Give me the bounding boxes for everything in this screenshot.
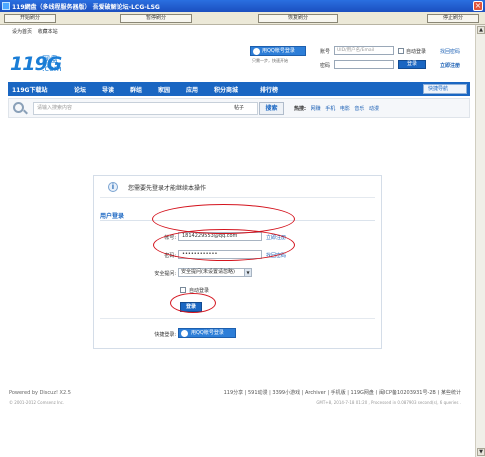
search-icon: [13, 102, 24, 113]
hot-keyword[interactable]: 电影: [340, 106, 350, 112]
bookmark-link[interactable]: 收藏本站: [38, 29, 58, 35]
stop-button[interactable]: 停止刷分: [427, 14, 479, 23]
nav-item-home[interactable]: 家园: [158, 85, 170, 94]
header-find-password-link[interactable]: 找回密码: [440, 48, 460, 55]
nav-item-apps[interactable]: 应用: [186, 85, 198, 94]
hot-keyword[interactable]: 手机: [325, 106, 335, 112]
header-register-link[interactable]: 立即注册: [440, 62, 460, 69]
close-icon[interactable]: ×: [473, 1, 483, 11]
quick-login-label: 快捷登录:: [154, 332, 176, 338]
hot-label: 热搜:: [294, 106, 306, 112]
scroll-down-icon[interactable]: ▼: [477, 448, 485, 456]
footer-links[interactable]: 119分享 | 591动漫 | 3399小游戏 | Archiver | 手机版…: [224, 389, 461, 396]
header-login-button[interactable]: 登录: [398, 60, 426, 69]
qq-hint: 只需一步，快速开始: [252, 58, 288, 63]
login-notice: i 您需要先登录才能继续本操作: [100, 180, 375, 198]
main-nav: 119G下载站 论坛 导读 群组 家园 应用 积分商城 排行榜 快捷导航: [8, 82, 470, 96]
set-homepage-link[interactable]: 设为首页: [12, 29, 32, 35]
security-question-value: 安全提问(未设置请忽略): [181, 269, 235, 275]
powered-by: Powered by Discuz! X2.5: [9, 390, 71, 396]
notice-text: 您需要先登录才能继续本操作: [128, 185, 207, 192]
start-button[interactable]: 开始刷分: [4, 14, 56, 23]
header-account-input[interactable]: UID/用户名/Email: [334, 46, 394, 55]
divider: [100, 318, 375, 319]
login-panel: i 您需要先登录才能继续本操作 用户登录 帐号: 1814229553@qq.c…: [93, 175, 382, 349]
login-panel-title: 用户登录: [100, 213, 125, 220]
window-title: 119網盘（多线程服务器版） 吾爱破解论坛-LCG-LSG: [12, 4, 160, 11]
search-type-select[interactable]: 帖子: [234, 104, 244, 111]
hot-keyword[interactable]: 动漫: [369, 106, 379, 112]
header-password-label: 密码: [320, 63, 331, 69]
auto-login-checkbox[interactable]: [180, 287, 186, 293]
chevron-down-icon: ▼: [244, 269, 251, 276]
nav-item-points-mall[interactable]: 积分商城: [214, 85, 238, 94]
header-auto-login-label: 自动登录: [406, 49, 427, 55]
top-links: 设为首页 收藏本站: [12, 28, 62, 35]
annotation-circle-login: [170, 293, 216, 313]
vertical-scrollbar[interactable]: ▲ ▼: [475, 25, 485, 457]
qq-login-button[interactable]: 用QQ帐号登录: [178, 328, 236, 338]
page-content: 设为首页 收藏本站 119G 网盘 .com 用QQ帐号登录 只需一步，快速开始…: [0, 25, 475, 457]
pause-button[interactable]: 暂停刷分: [120, 14, 192, 23]
logo-dotcom: .com: [42, 64, 62, 73]
copyright: © 2001-2012 Comsenz Inc.: [9, 400, 65, 405]
resume-button[interactable]: 恢复刷分: [258, 14, 338, 23]
hot-keyword[interactable]: 网赚: [311, 106, 321, 112]
header-qq-login-label: 用QQ帐号登录: [262, 48, 295, 54]
search-icon-handle: [23, 109, 28, 115]
header-auto-login-checkbox[interactable]: [398, 48, 404, 54]
header-account-label: 账号: [320, 49, 331, 55]
info-icon: i: [108, 182, 118, 192]
hot-keywords: 热搜: 网赚 手机 电影 音乐 动漫: [294, 105, 382, 112]
header-password-input[interactable]: [334, 60, 394, 69]
search-bar: 请输入搜索内容 帖子 搜索 热搜: 网赚 手机 电影 音乐 动漫: [8, 98, 470, 118]
window-titlebar: 119網盘（多线程服务器版） 吾爱破解论坛-LCG-LSG ×: [0, 0, 485, 12]
qq-login-label: 用QQ帐号登录: [191, 330, 224, 336]
header-qq-login-button[interactable]: 用QQ帐号登录: [250, 46, 306, 56]
nav-item-forum[interactable]: 论坛: [74, 85, 86, 94]
footer-timing: GMT+8, 2014-7-18 01:20 , Processed in 0.…: [316, 400, 461, 405]
qq-icon: [181, 330, 188, 337]
nav-item-groups[interactable]: 群组: [130, 85, 142, 94]
nav-item-guide[interactable]: 导读: [102, 85, 114, 94]
site-logo[interactable]: 119G 网盘 .com: [10, 51, 72, 77]
hot-keyword[interactable]: 音乐: [354, 106, 364, 112]
scroll-up-icon[interactable]: ▲: [477, 26, 485, 34]
app-icon: [2, 2, 10, 10]
quick-nav-button[interactable]: 快捷导航: [423, 84, 467, 94]
search-button[interactable]: 搜索: [259, 102, 284, 115]
nav-item-download[interactable]: 119G下载站: [12, 85, 47, 94]
qq-icon: [253, 48, 260, 55]
security-question-select[interactable]: 安全提问(未设置请忽略) ▼: [178, 268, 252, 277]
security-question-label: 安全提问:: [154, 271, 176, 277]
annotation-circle-password: [153, 229, 295, 261]
search-input[interactable]: 请输入搜索内容: [33, 102, 258, 115]
nav-item-ranking[interactable]: 排行榜: [260, 85, 278, 94]
toolbar: 开始刷分 暂停刷分 恢复刷分 停止刷分: [0, 12, 485, 25]
